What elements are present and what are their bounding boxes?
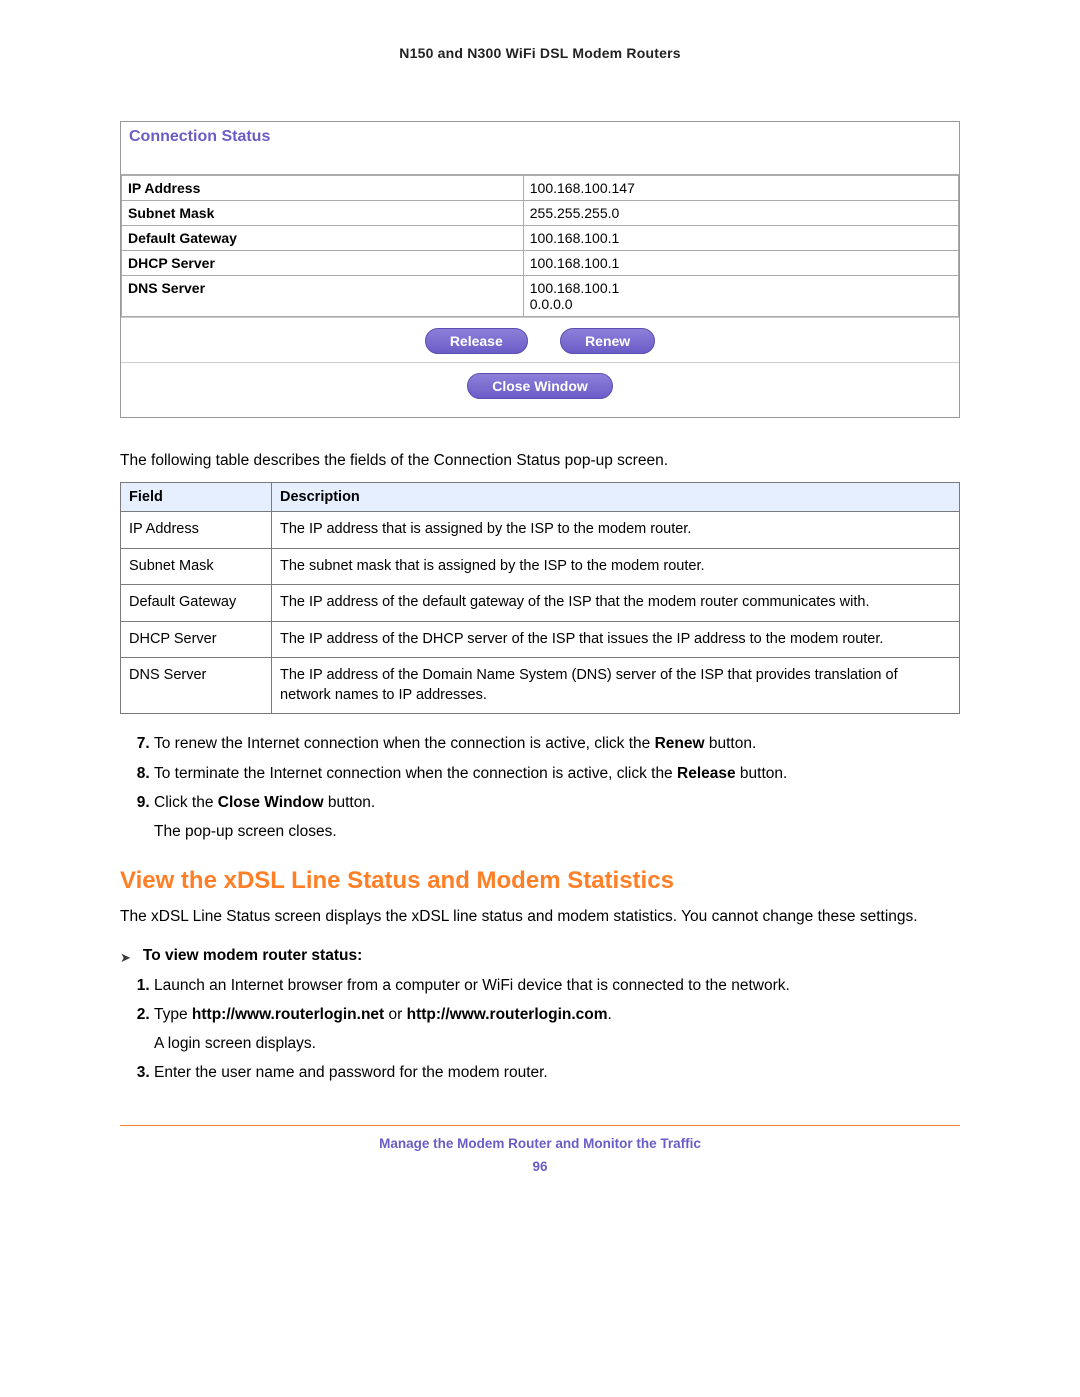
step-9: Click the Close Window button. The pop-u… <box>154 791 960 844</box>
step-bold: http://www.routerlogin.net <box>192 1006 384 1023</box>
procedure-subhead: To view modem router status: <box>143 947 362 965</box>
section-heading: View the xDSL Line Status and Modem Stat… <box>120 867 960 895</box>
status-label: DHCP Server <box>122 251 524 276</box>
step-9-sub: The pop-up screen closes. <box>154 820 960 843</box>
cell-field: Subnet Mask <box>121 548 272 585</box>
renew-button[interactable]: Renew <box>560 328 655 354</box>
status-label: DNS Server <box>122 276 524 317</box>
step-3: Enter the user name and password for the… <box>154 1061 960 1084</box>
cell-field: DNS Server <box>121 658 272 714</box>
cell-field: IP Address <box>121 512 272 549</box>
status-label: Subnet Mask <box>122 201 524 226</box>
intro-text: The following table describes the fields… <box>120 452 960 470</box>
step-bold: Close Window <box>218 794 324 811</box>
table-row: IP AddressThe IP address that is assigne… <box>121 512 960 549</box>
cell-desc: The IP address of the default gateway of… <box>272 585 960 622</box>
cell-field: Default Gateway <box>121 585 272 622</box>
step-text: button. <box>705 735 757 752</box>
step-text: To terminate the Internet connection whe… <box>154 765 677 782</box>
step-bold: http://www.routerlogin.com <box>407 1006 608 1023</box>
status-value: 100.168.100.1 0.0.0.0 <box>523 276 958 317</box>
step-8: To terminate the Internet connection whe… <box>154 762 960 785</box>
status-value: 255.255.255.0 <box>523 201 958 226</box>
status-value: 100.168.100.1 <box>523 226 958 251</box>
step-bold: Renew <box>655 735 705 752</box>
status-row: IP Address100.168.100.147 <box>122 176 959 201</box>
step-text: or <box>384 1006 406 1023</box>
document-title: N150 and N300 WiFi DSL Modem Routers <box>120 45 960 61</box>
step-text: Type <box>154 1006 192 1023</box>
footer-rule <box>120 1125 960 1126</box>
table-row: Default GatewayThe IP address of the def… <box>121 585 960 622</box>
connection-status-table: IP Address100.168.100.147 Subnet Mask255… <box>121 175 959 317</box>
step-bold: Release <box>677 765 736 782</box>
status-value: 100.168.100.1 <box>523 251 958 276</box>
cell-desc: The subnet mask that is assigned by the … <box>272 548 960 585</box>
cell-desc: The IP address of the Domain Name System… <box>272 658 960 714</box>
connection-status-panel: Connection Status IP Address100.168.100.… <box>120 121 960 418</box>
section-paragraph: The xDSL Line Status screen displays the… <box>120 905 960 928</box>
step-text: To renew the Internet connection when th… <box>154 735 655 752</box>
table-row: DNS ServerThe IP address of the Domain N… <box>121 658 960 714</box>
status-row: DHCP Server100.168.100.1 <box>122 251 959 276</box>
status-label: Default Gateway <box>122 226 524 251</box>
field-description-table: Field Description IP AddressThe IP addre… <box>120 482 960 714</box>
step-2-sub: A login screen displays. <box>154 1032 960 1055</box>
arrow-icon: ➤ <box>120 947 131 966</box>
step-text: . <box>608 1006 612 1023</box>
close-window-button[interactable]: Close Window <box>467 373 613 399</box>
table-header-description: Description <box>272 483 960 512</box>
status-row: DNS Server100.168.100.1 0.0.0.0 <box>122 276 959 317</box>
step-text: button. <box>324 794 376 811</box>
step-text: button. <box>736 765 788 782</box>
step-7: To renew the Internet connection when th… <box>154 732 960 755</box>
step-text: Click the <box>154 794 218 811</box>
status-value: 100.168.100.147 <box>523 176 958 201</box>
step-2: Type http://www.routerlogin.net or http:… <box>154 1003 960 1056</box>
table-row: Subnet MaskThe subnet mask that is assig… <box>121 548 960 585</box>
steps-list-a: To renew the Internet connection when th… <box>120 732 960 843</box>
connection-status-heading: Connection Status <box>121 122 959 175</box>
release-button[interactable]: Release <box>425 328 528 354</box>
steps-list-b: Launch an Internet browser from a comput… <box>120 974 960 1085</box>
table-row: DHCP ServerThe IP address of the DHCP se… <box>121 621 960 658</box>
cell-field: DHCP Server <box>121 621 272 658</box>
page-number: 96 <box>120 1159 960 1174</box>
cell-desc: The IP address that is assigned by the I… <box>272 512 960 549</box>
cell-desc: The IP address of the DHCP server of the… <box>272 621 960 658</box>
table-header-field: Field <box>121 483 272 512</box>
status-row: Subnet Mask255.255.255.0 <box>122 201 959 226</box>
footer-text: Manage the Modem Router and Monitor the … <box>120 1136 960 1151</box>
status-label: IP Address <box>122 176 524 201</box>
status-row: Default Gateway100.168.100.1 <box>122 226 959 251</box>
step-1: Launch an Internet browser from a comput… <box>154 974 960 997</box>
